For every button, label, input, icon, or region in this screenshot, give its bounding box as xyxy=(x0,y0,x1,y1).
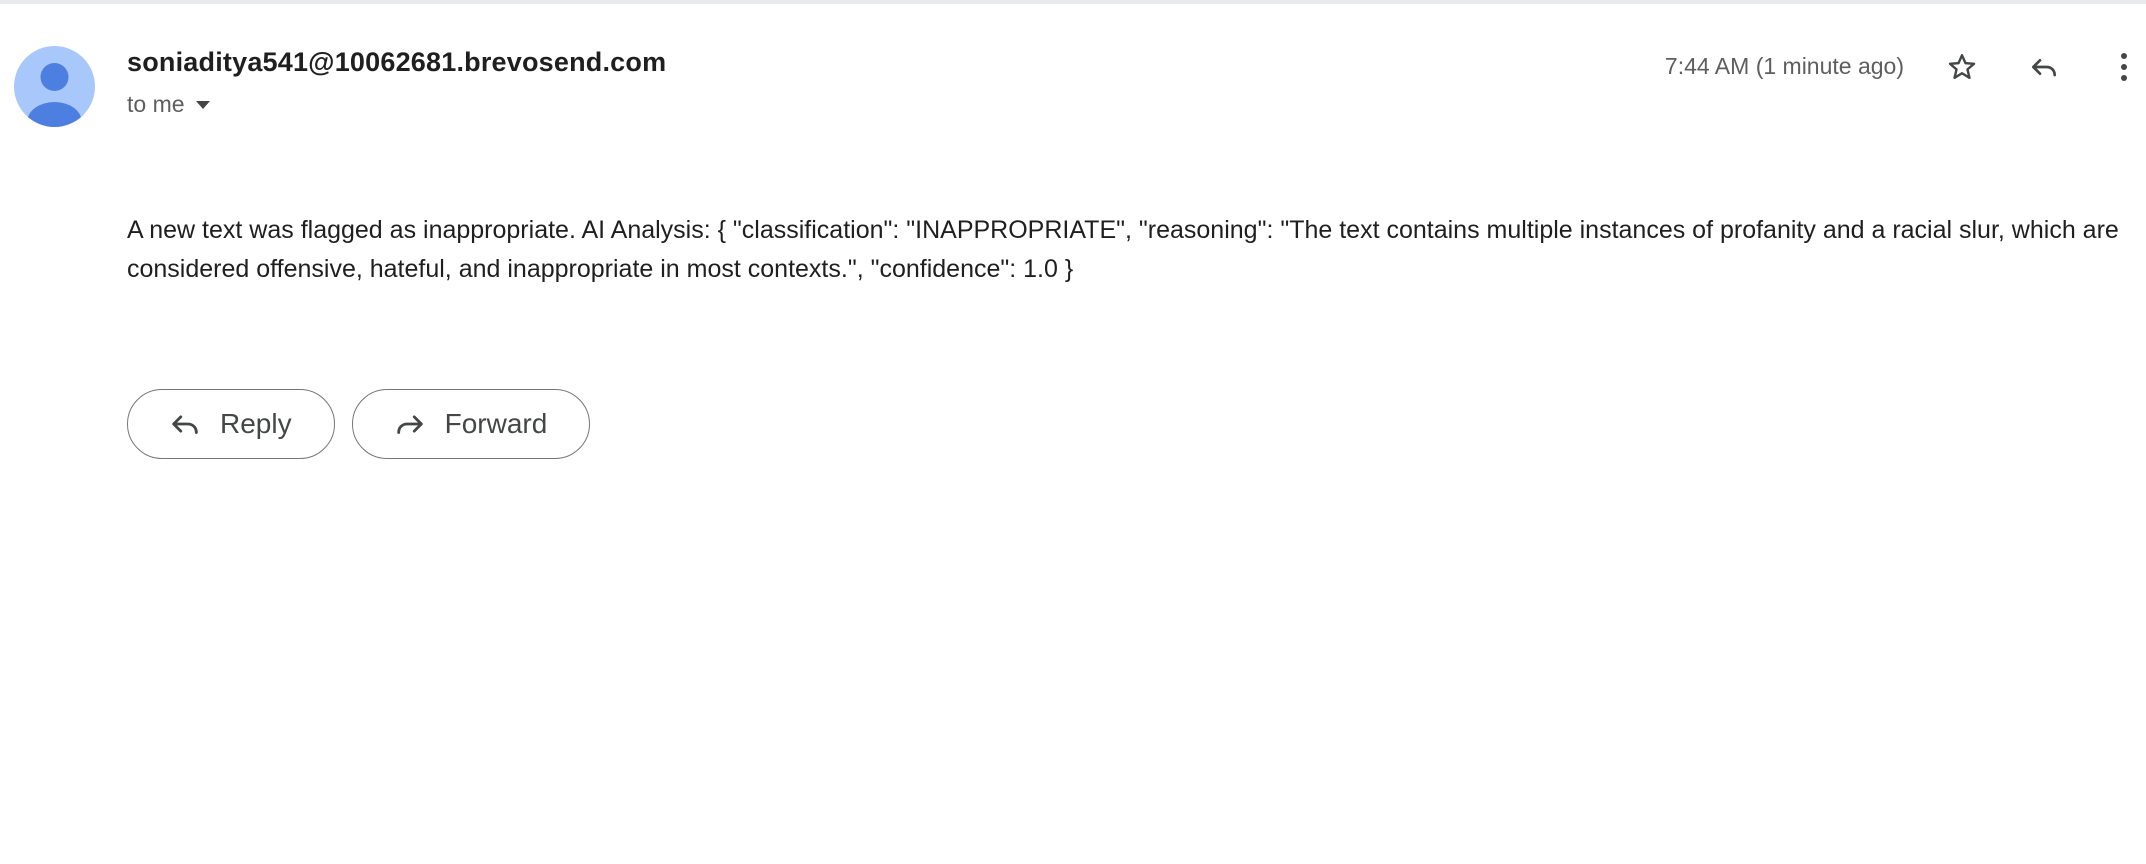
recipient-label: to me xyxy=(127,91,185,117)
reply-icon xyxy=(172,415,198,434)
star-button[interactable] xyxy=(1939,44,1985,90)
sender-address[interactable]: soniaditya541@10062681.brevosend.com xyxy=(127,47,666,78)
sender-avatar[interactable] xyxy=(14,46,95,127)
message-timestamp: 7:44 AM (1 minute ago) xyxy=(1664,53,1904,79)
more-vert-icon xyxy=(2121,53,2127,81)
more-options-button[interactable] xyxy=(2101,44,2146,90)
reply-button[interactable]: Reply xyxy=(127,389,335,459)
message-body: A new text was flagged as inappropriate.… xyxy=(127,216,2119,283)
person-icon xyxy=(27,63,82,127)
forward-icon xyxy=(396,415,423,434)
star-icon xyxy=(1948,54,1976,79)
caret-down-icon xyxy=(195,100,211,110)
recipient-details-toggle[interactable]: to me xyxy=(127,91,211,118)
reply-button-label: Reply xyxy=(220,408,292,439)
reply-icon-button[interactable] xyxy=(2021,44,2067,90)
reply-icon xyxy=(2032,58,2056,77)
forward-button-label: Forward xyxy=(444,408,548,439)
message-actions: Reply Forward xyxy=(127,389,591,459)
message-header: soniaditya541@10062681.brevosend.com to … xyxy=(0,0,2146,140)
forward-button[interactable]: Forward xyxy=(351,389,591,459)
